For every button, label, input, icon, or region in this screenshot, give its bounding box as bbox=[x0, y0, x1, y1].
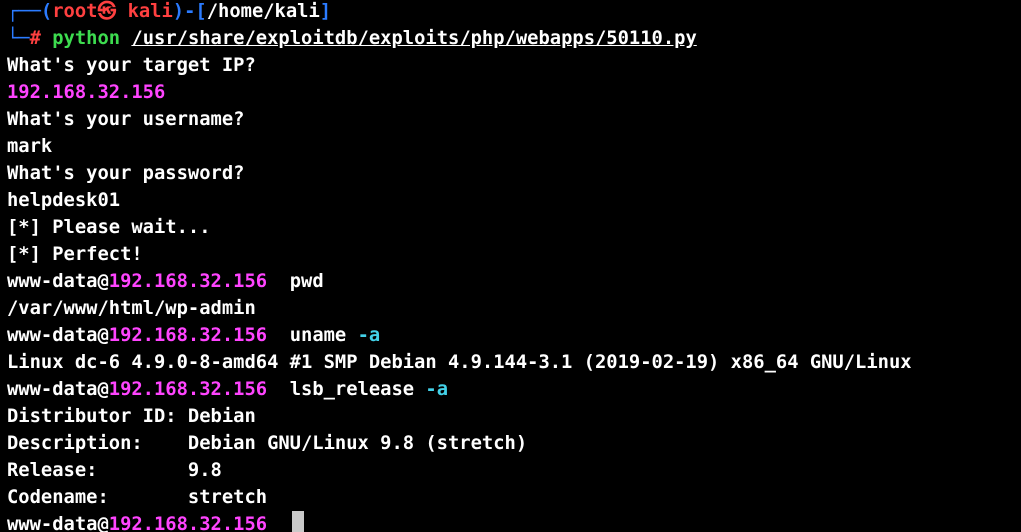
command-line: └─# python /usr/share/exploitdb/exploits… bbox=[7, 25, 1021, 52]
shell-user: www-data@ bbox=[7, 379, 109, 400]
output-line: What's your target IP? bbox=[7, 55, 256, 76]
shell-ip: 192.168.32.156 bbox=[108, 271, 268, 292]
output-line: Release: 9.8 bbox=[7, 460, 222, 481]
prompt-frame-bottom: └─ bbox=[7, 28, 30, 49]
prompt-hash: # bbox=[29, 28, 53, 49]
prompt-at-symbol: ㉿ bbox=[97, 1, 117, 22]
shell-ip: 192.168.32.156 bbox=[108, 379, 268, 400]
shell-command: uname bbox=[289, 325, 347, 346]
input-target-ip: 192.168.32.156 bbox=[7, 82, 166, 103]
prompt-user: root bbox=[52, 1, 98, 22]
prompt-host: kali bbox=[127, 1, 173, 22]
output-line: What's your username? bbox=[7, 109, 245, 130]
shell-command-line: www-data@192.168.32.156 pwd bbox=[7, 268, 1021, 295]
shell-user: www-data@ bbox=[7, 325, 109, 346]
prompt-path-open: )-[ bbox=[172, 1, 207, 22]
shell-command-line: www-data@192.168.32.156 uname -a bbox=[7, 322, 1021, 349]
output-line: Codename: stretch bbox=[7, 487, 268, 508]
shell-command-option: -a bbox=[425, 379, 449, 400]
output-line: Description: Debian GNU/Linux 9.8 (stret… bbox=[7, 433, 528, 454]
command-name: python bbox=[52, 28, 121, 49]
shell-command-option: -a bbox=[357, 325, 381, 346]
status-line: [*] Perfect! bbox=[7, 244, 143, 265]
output-line: What's your password? bbox=[7, 163, 245, 184]
shell-ip: 192.168.32.156 bbox=[108, 325, 268, 346]
input-password: helpdesk01 bbox=[7, 190, 121, 211]
prompt-path: /home/kali bbox=[206, 1, 320, 22]
shell-command: lsb_release bbox=[289, 379, 415, 400]
input-username: mark bbox=[7, 136, 53, 157]
shell-command: pwd bbox=[289, 271, 324, 292]
output-line: Distributor ID: Debian bbox=[7, 406, 256, 427]
shell-command-line: www-data@192.168.32.156 lsb_release -a bbox=[7, 376, 1021, 403]
prompt-header: ┌──(root㉿ kali)-[/home/kali] bbox=[7, 0, 1021, 25]
text-cursor[interactable] bbox=[291, 511, 304, 532]
terminal-window[interactable]: ┌──(root㉿ kali)-[/home/kali] └─# python … bbox=[0, 0, 1021, 532]
shell-command-line: www-data@192.168.32.156 bbox=[7, 511, 1021, 532]
shell-ip: 192.168.32.156 bbox=[108, 514, 268, 532]
shell-user: www-data@ bbox=[7, 271, 109, 292]
status-line: [*] Please wait... bbox=[7, 217, 211, 238]
command-argument: /usr/share/exploitdb/exploits/php/webapp… bbox=[131, 28, 697, 49]
output-line: Linux dc-6 4.9.0-8-amd64 #1 SMP Debian 4… bbox=[7, 352, 912, 373]
prompt-frame-top: ┌──( bbox=[7, 1, 53, 22]
shell-user: www-data@ bbox=[7, 514, 109, 532]
prompt-path-close: ] bbox=[319, 1, 332, 22]
output-line: /var/www/html/wp-admin bbox=[7, 298, 256, 319]
